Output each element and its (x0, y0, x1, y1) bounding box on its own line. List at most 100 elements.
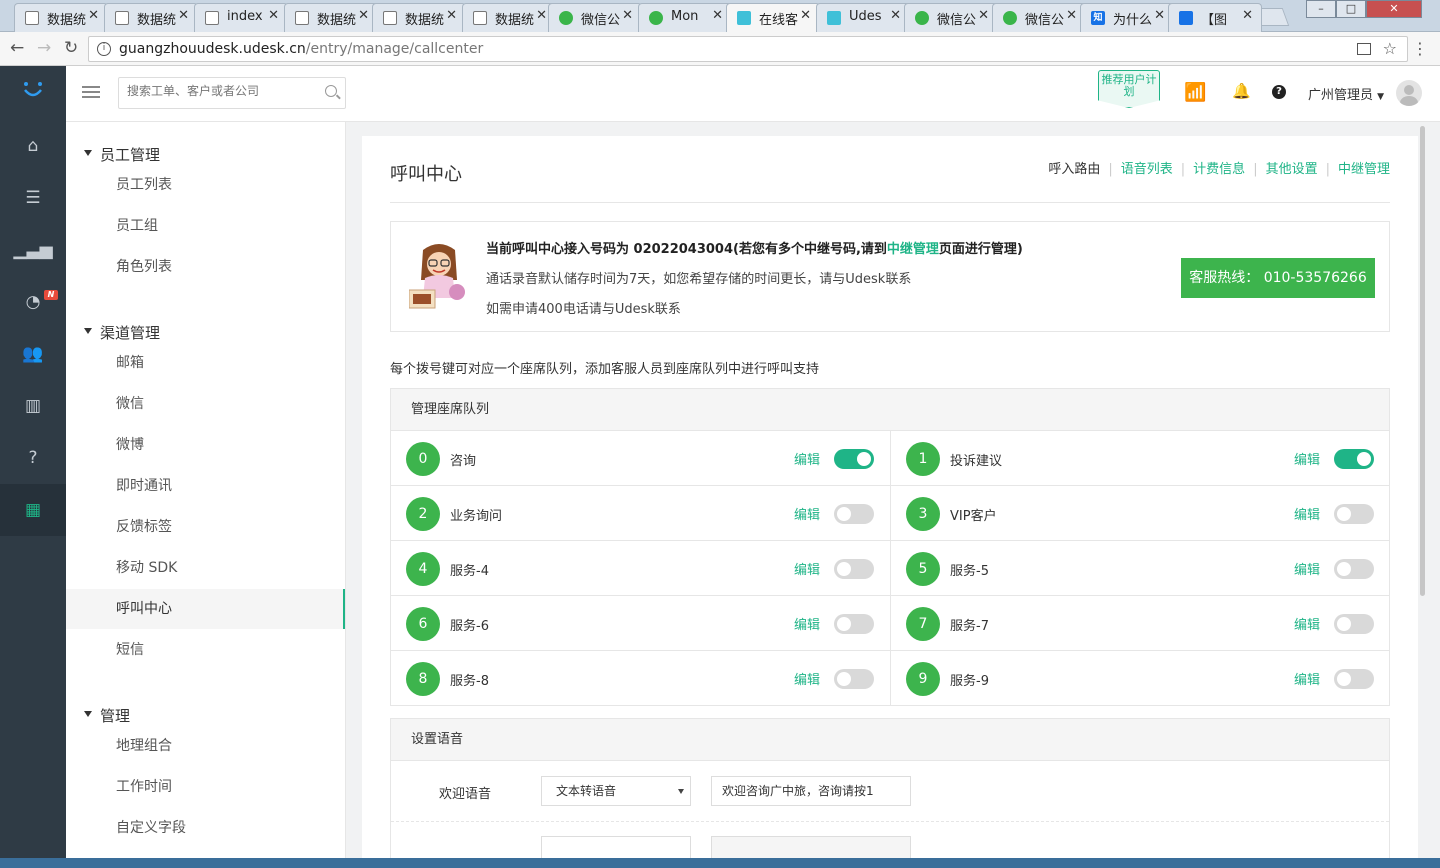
reports-pie-icon[interactable]: ◔ N (0, 276, 66, 328)
scrollbar-thumb[interactable] (1420, 126, 1425, 596)
browser-tab[interactable]: Mon ✕ (638, 3, 732, 32)
page-tab-link[interactable]: 中继管理 (1338, 158, 1390, 177)
page-tab-link[interactable]: 呼入路由 (1048, 158, 1100, 177)
sidebar-group-title[interactable]: 管理 (83, 705, 130, 726)
sidebar-item[interactable]: 员工组 (66, 206, 345, 246)
close-tab-icon[interactable]: ✕ (800, 8, 811, 23)
sidebar-item[interactable]: 移动 SDK (66, 548, 345, 588)
queue-edit-link[interactable]: 编辑 (1294, 669, 1320, 688)
welcome-voice-type-select[interactable]: 文本转语音 (541, 776, 691, 806)
trunk-management-link[interactable]: 中继管理 (887, 242, 939, 257)
close-tab-icon[interactable]: ✕ (622, 8, 633, 23)
reload-icon[interactable]: ↻ (64, 38, 78, 58)
back-icon[interactable]: ← (10, 38, 24, 58)
browser-tab[interactable]: 【图 ✕ (1168, 3, 1262, 32)
search-box[interactable] (118, 77, 346, 109)
close-tab-icon[interactable]: ✕ (536, 8, 547, 23)
browser-menu-icon[interactable]: ⋮ (1412, 39, 1428, 58)
close-tab-icon[interactable]: ✕ (890, 8, 901, 23)
browser-tab[interactable]: index ✕ (194, 3, 288, 32)
search-icon[interactable] (325, 85, 337, 97)
sidebar-item[interactable]: 邮箱 (66, 343, 345, 383)
browser-tab[interactable]: 数据统 ✕ (104, 3, 198, 32)
close-tab-icon[interactable]: ✕ (178, 8, 189, 23)
queue-enable-toggle[interactable] (834, 559, 874, 579)
queue-edit-link[interactable]: 编辑 (1294, 559, 1320, 578)
sidebar-item[interactable]: 反馈标签 (66, 507, 345, 547)
welcome-voice-text-input[interactable]: 欢迎咨询广中旅，咨询请按1 (711, 776, 911, 806)
queue-enable-toggle[interactable] (834, 669, 874, 689)
help-icon[interactable]: ? (1272, 85, 1286, 99)
close-tab-icon[interactable]: ✕ (446, 8, 457, 23)
queue-enable-toggle[interactable] (1334, 504, 1374, 524)
close-tab-icon[interactable]: ✕ (88, 8, 99, 23)
sidebar-item[interactable]: 角色列表 (66, 247, 345, 287)
browser-tab[interactable]: 数据统 ✕ (284, 3, 378, 32)
browser-tab[interactable]: 微信公 ✕ (548, 3, 642, 32)
queue-enable-toggle[interactable] (1334, 449, 1374, 469)
tickets-list-icon[interactable]: ☰ (0, 172, 66, 224)
sidebar-item[interactable]: 呼叫中心 (66, 589, 345, 629)
queue-edit-link[interactable]: 编辑 (794, 449, 820, 468)
queue-edit-link[interactable]: 编辑 (794, 559, 820, 578)
close-tab-icon[interactable]: ✕ (268, 8, 279, 23)
browser-tab[interactable]: 微信公 ✕ (992, 3, 1086, 32)
queue-edit-link[interactable]: 编辑 (1294, 449, 1320, 468)
queue-edit-link[interactable]: 编辑 (1294, 504, 1320, 523)
sidebar-item[interactable]: 短信 (66, 630, 345, 670)
sidebar-item[interactable]: 工作时间 (66, 767, 345, 807)
sidebar-item[interactable]: 微博 (66, 425, 345, 465)
cast-icon[interactable] (1357, 43, 1371, 55)
browser-tab[interactable]: 数据统 ✕ (462, 3, 556, 32)
close-tab-icon[interactable]: ✕ (712, 8, 723, 23)
queue-enable-toggle[interactable] (1334, 559, 1374, 579)
admin-grid-icon[interactable]: ▦ (0, 484, 66, 536)
browser-tab[interactable]: 知为什么 ✕ (1080, 3, 1174, 32)
browser-tab[interactable]: 数据统 ✕ (372, 3, 466, 32)
avatar[interactable] (1396, 80, 1422, 106)
user-menu[interactable]: 广州管理员 ▼ (1308, 84, 1384, 103)
page-tab-link[interactable]: 其他设置 (1266, 158, 1318, 177)
page-scrollbar[interactable] (1418, 122, 1440, 868)
queue-enable-toggle[interactable] (1334, 669, 1374, 689)
url-field[interactable]: i guangzhouudesk.udesk.cn/entry/manage/c… (88, 36, 1408, 62)
close-tab-icon[interactable]: ✕ (1154, 8, 1165, 23)
page-tab-link[interactable]: 语音列表 (1121, 158, 1173, 177)
stats-bar-icon[interactable]: ▁▃▅ (0, 224, 66, 276)
info-icon[interactable]: i (97, 42, 111, 56)
sidebar-group-title[interactable]: 渠道管理 (83, 322, 160, 343)
sidebar-item[interactable]: 微信 (66, 384, 345, 424)
queue-enable-toggle[interactable] (834, 614, 874, 634)
queue-enable-toggle[interactable] (834, 449, 874, 469)
hotline-button[interactable]: 客服热线： 010-53576266 (1181, 258, 1375, 298)
close-tab-icon[interactable]: ✕ (358, 8, 369, 23)
close-tab-icon[interactable]: ✕ (1066, 8, 1077, 23)
customers-icon[interactable]: 👥 (0, 328, 66, 380)
knowledge-book-icon[interactable]: ▥ (0, 380, 66, 432)
forward-icon[interactable]: → (37, 38, 51, 58)
search-input[interactable] (127, 84, 317, 98)
help-center-icon[interactable]: ? (0, 432, 66, 484)
queue-enable-toggle[interactable] (1334, 614, 1374, 634)
page-tab-link[interactable]: 计费信息 (1193, 158, 1245, 177)
browser-tab[interactable]: Udes ✕ (816, 3, 910, 32)
connection-wifi-icon[interactable]: 📶 (1184, 82, 1206, 103)
notification-bell-icon[interactable]: 🔔 (1232, 82, 1251, 100)
sidebar-item[interactable]: 即时通讯 (66, 466, 345, 506)
queue-edit-link[interactable]: 编辑 (794, 504, 820, 523)
close-tab-icon[interactable]: ✕ (978, 8, 989, 23)
sidebar-item[interactable]: 地理组合 (66, 726, 345, 766)
browser-tab[interactable]: 数据统 ✕ (14, 3, 108, 32)
queue-edit-link[interactable]: 编辑 (1294, 614, 1320, 633)
bookmark-star-icon[interactable]: ☆ (1383, 39, 1397, 58)
close-window-button[interactable]: ✕ (1366, 0, 1422, 18)
browser-tab[interactable]: 微信公 ✕ (904, 3, 998, 32)
close-tab-icon[interactable]: ✕ (1242, 8, 1253, 23)
sidebar-item[interactable]: 自定义字段 (66, 808, 345, 848)
udesk-logo-icon[interactable] (22, 80, 44, 100)
queue-edit-link[interactable]: 编辑 (794, 614, 820, 633)
sidebar-item[interactable]: 员工列表 (66, 165, 345, 205)
referral-plan-badge[interactable]: 推荐用户计划 (1098, 70, 1160, 108)
sidebar-group-title[interactable]: 员工管理 (83, 144, 160, 165)
queue-edit-link[interactable]: 编辑 (794, 669, 820, 688)
